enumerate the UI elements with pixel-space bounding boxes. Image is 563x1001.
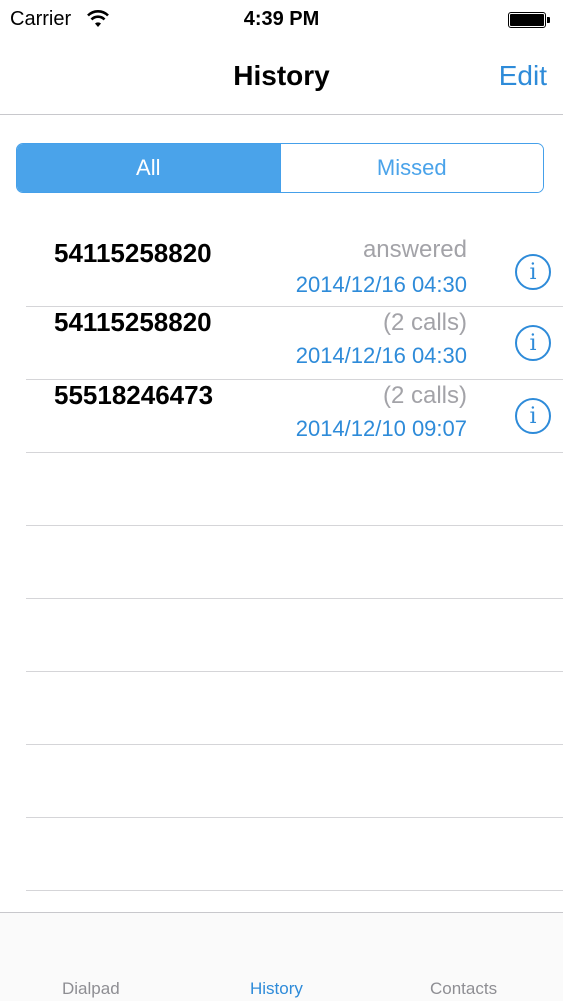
call-number: 54115258820 — [54, 307, 212, 337]
history-filter-segment: All Missed — [16, 143, 544, 193]
call-row[interactable]: 54115258820 (2 calls) 2014/12/16 04:30 i — [26, 307, 563, 380]
edit-button[interactable]: Edit — [499, 60, 547, 92]
page-title: History — [233, 60, 330, 91]
tab-dialpad[interactable]: Dialpad — [62, 979, 120, 999]
empty-row — [26, 672, 563, 745]
empty-row — [26, 599, 563, 672]
call-date: 2014/12/16 04:30 — [295, 272, 467, 297]
segment-all[interactable]: All — [17, 144, 280, 192]
empty-row — [26, 453, 563, 526]
call-status: answered — [362, 236, 467, 263]
navigation-bar: History Edit — [0, 40, 563, 115]
call-date: 2014/12/10 09:07 — [295, 416, 467, 441]
battery-icon — [508, 12, 550, 28]
empty-row — [26, 745, 563, 818]
tab-contacts[interactable]: Contacts — [430, 979, 497, 999]
call-row[interactable]: 55518246473 (2 calls) 2014/12/10 09:07 i — [26, 380, 563, 453]
segment-missed[interactable]: Missed — [279, 144, 543, 192]
call-status: (2 calls) — [382, 309, 467, 336]
call-history-list: 54115258820 answered 2014/12/16 04:30 i … — [0, 220, 563, 912]
call-number: 55518246473 — [54, 380, 214, 410]
info-icon[interactable]: i — [515, 398, 551, 434]
tab-history[interactable]: History — [250, 979, 303, 999]
call-number: 54115258820 — [54, 238, 212, 268]
call-date: 2014/12/16 04:30 — [295, 343, 467, 368]
tab-bar: Dialpad History Contacts — [0, 912, 563, 1001]
info-icon[interactable]: i — [515, 254, 551, 290]
empty-row — [26, 818, 563, 891]
empty-row — [26, 526, 563, 599]
info-icon[interactable]: i — [515, 325, 551, 361]
status-bar: Carrier 4:39 PM — [0, 0, 563, 40]
call-row[interactable]: 54115258820 answered 2014/12/16 04:30 i — [26, 220, 563, 307]
call-status: (2 calls) — [382, 382, 467, 409]
clock: 4:39 PM — [243, 8, 320, 30]
